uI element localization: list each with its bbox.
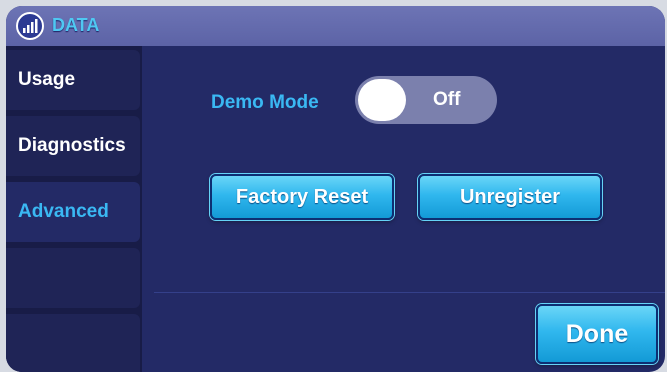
- page-title: DATA: [52, 15, 100, 35]
- factory-reset-button[interactable]: Factory Reset: [210, 174, 394, 220]
- sidebar: Usage Diagnostics Advanced: [6, 46, 142, 372]
- advanced-content: Demo Mode Off Factory Reset Unregister D…: [146, 46, 665, 372]
- sidebar-item-label: Diagnostics: [18, 135, 126, 156]
- unregister-button[interactable]: Unregister: [418, 174, 602, 220]
- sidebar-item-advanced[interactable]: Advanced: [6, 182, 140, 242]
- settings-panel: DATA Usage Diagnostics Advanced Demo Mod…: [6, 6, 665, 372]
- done-button[interactable]: Done: [536, 304, 658, 364]
- title-bar: DATA: [6, 6, 665, 46]
- sidebar-item-label: Advanced: [18, 201, 109, 222]
- sidebar-item-empty[interactable]: [6, 314, 140, 372]
- sidebar-item-empty[interactable]: [6, 248, 140, 308]
- sidebar-item-diagnostics[interactable]: Diagnostics: [6, 116, 140, 176]
- demo-mode-label: Demo Mode: [211, 92, 319, 113]
- sidebar-item-label: Usage: [18, 69, 76, 90]
- bar-chart-icon: [16, 12, 44, 40]
- toggle-knob: [358, 79, 406, 121]
- divider: [154, 292, 665, 293]
- sidebar-item-usage[interactable]: Usage: [6, 50, 140, 110]
- demo-mode-toggle[interactable]: Off: [355, 76, 497, 124]
- toggle-state-text: Off: [433, 89, 461, 110]
